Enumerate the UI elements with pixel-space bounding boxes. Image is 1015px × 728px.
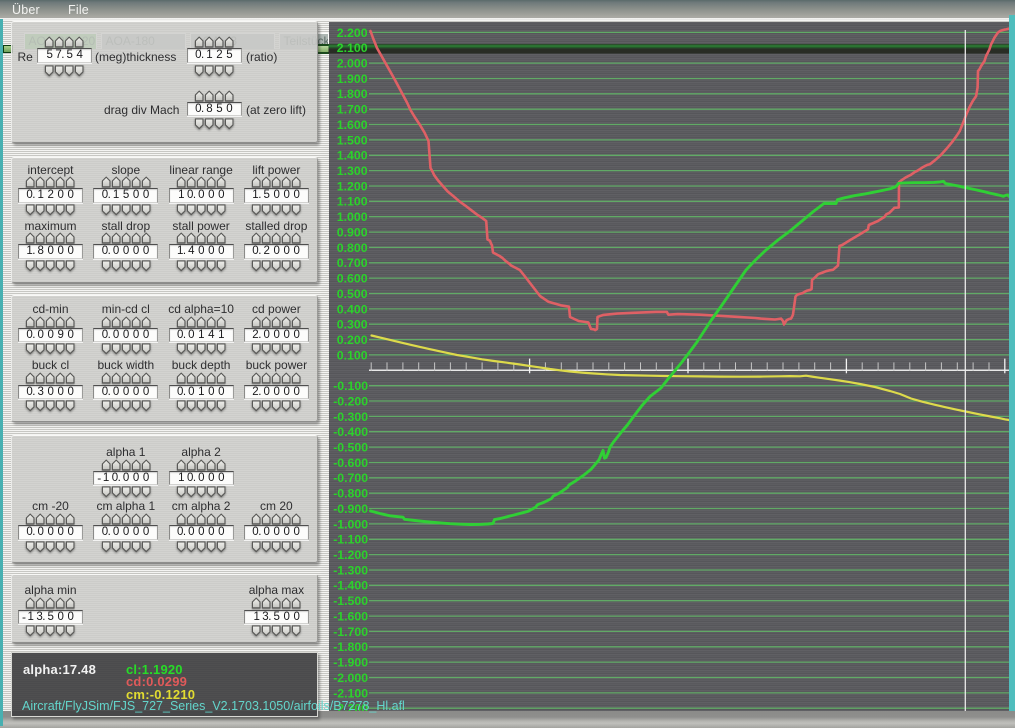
svg-text:0.700: 0.700 [337,256,368,270]
svg-text:-1.300: -1.300 [333,563,368,577]
svg-text:2.100: 2.100 [337,41,368,55]
svg-text:-1.400: -1.400 [333,579,368,593]
svg-text:0.400: 0.400 [337,302,368,316]
svg-text:-0.200: -0.200 [333,394,368,408]
svg-text:0.100: 0.100 [337,348,368,362]
svg-text:1.800: 1.800 [337,87,368,101]
svg-text:-0.900: -0.900 [333,502,368,516]
svg-text:-1.900: -1.900 [333,656,368,670]
svg-text:1.700: 1.700 [337,103,368,117]
svg-text:0.900: 0.900 [337,226,368,240]
svg-text:1.000: 1.000 [337,210,368,224]
svg-text:-1.600: -1.600 [333,610,368,624]
svg-text:-2.000: -2.000 [333,671,368,685]
svg-text:-1.800: -1.800 [333,640,368,654]
svg-text:-0.100: -0.100 [333,379,368,393]
svg-text:0.200: 0.200 [337,333,368,347]
svg-text:-1.100: -1.100 [333,533,368,547]
svg-text:1.600: 1.600 [337,118,368,132]
svg-text:1.200: 1.200 [337,179,368,193]
svg-text:-1.200: -1.200 [333,548,368,562]
svg-text:0.500: 0.500 [337,287,368,301]
svg-text:0.300: 0.300 [337,318,368,332]
svg-text:-0.700: -0.700 [333,471,368,485]
svg-text:1.500: 1.500 [337,133,368,147]
svg-text:1.900: 1.900 [337,72,368,86]
svg-text:2.200: 2.200 [337,26,368,40]
svg-text:1.400: 1.400 [337,149,368,163]
svg-text:-1.500: -1.500 [333,594,368,608]
svg-text:0.800: 0.800 [337,241,368,255]
svg-text:-0.800: -0.800 [333,487,368,501]
svg-text:-1.000: -1.000 [333,517,368,531]
svg-text:-0.400: -0.400 [333,425,368,439]
svg-text:-0.500: -0.500 [333,441,368,455]
svg-text:0.600: 0.600 [337,272,368,286]
svg-text:1.100: 1.100 [337,195,368,209]
svg-text:-0.300: -0.300 [333,410,368,424]
svg-text:-1.700: -1.700 [333,625,368,639]
svg-text:1.300: 1.300 [337,164,368,178]
svg-text:2.000: 2.000 [337,57,368,71]
svg-text:-0.600: -0.600 [333,456,368,470]
